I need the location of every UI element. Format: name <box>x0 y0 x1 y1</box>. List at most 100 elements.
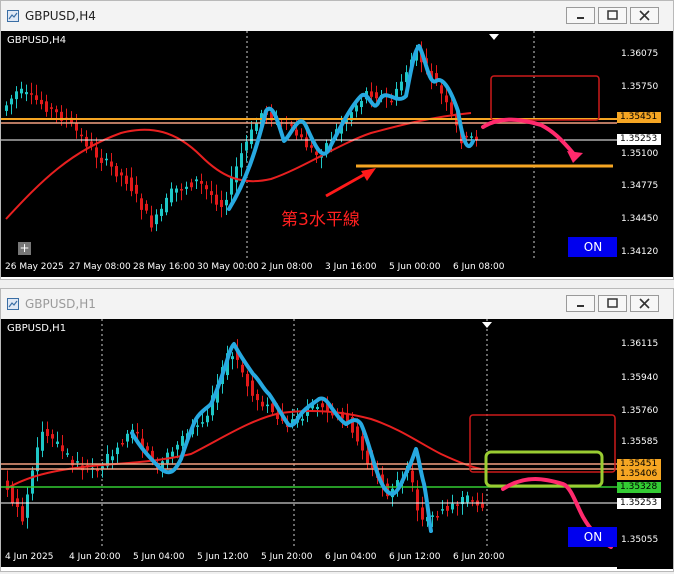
candle-body <box>310 145 313 148</box>
candle-body <box>170 188 173 203</box>
candle-body <box>475 136 478 140</box>
candle-body <box>251 380 254 396</box>
forecast-arrow <box>481 117 575 155</box>
candle-body <box>135 184 138 194</box>
time-axis-h4: 26 May 2025 27 May 08:00 28 May 16:00 30… <box>1 259 617 277</box>
candle-body <box>145 203 148 211</box>
maximize-icon <box>607 298 618 308</box>
candle-body <box>55 109 58 113</box>
candle-body <box>41 431 44 451</box>
candle-body <box>300 134 303 138</box>
title-bar[interactable]: GBPUSD,H4 <box>1 1 673 32</box>
candle-body <box>50 107 53 109</box>
candle-body <box>140 198 143 210</box>
candle-body <box>246 373 249 387</box>
plus-button[interactable]: + <box>18 242 31 255</box>
candle-body <box>220 199 223 208</box>
candle-body <box>240 153 243 168</box>
window-title: GBPUSD,H4 <box>25 9 96 23</box>
candle-body <box>231 356 234 360</box>
candle-body <box>95 147 98 158</box>
price-label: 1.34120 <box>621 247 659 257</box>
close-button[interactable] <box>630 295 659 312</box>
candle-body <box>366 450 369 464</box>
candle-body <box>411 470 414 483</box>
candle-body <box>315 151 318 155</box>
candle-body <box>196 425 199 427</box>
candle-body <box>441 509 444 511</box>
candle-body <box>316 406 319 409</box>
candle-body <box>225 199 228 206</box>
candle-body <box>266 404 269 407</box>
maximize-button[interactable] <box>598 7 627 24</box>
price-label: 1.35585 <box>621 437 659 447</box>
annotation-arrowhead <box>361 168 376 181</box>
candle-body <box>155 214 158 225</box>
candle-body <box>421 507 424 520</box>
close-button[interactable] <box>630 7 659 24</box>
time-label: 6 Jun 12:00 <box>389 552 441 562</box>
candle-body <box>195 179 198 182</box>
chart-area-h4[interactable]: GBPUSD,H4 第3水平線 + ON <box>1 31 617 259</box>
candle-body <box>466 495 469 503</box>
time-label: 4 Jun 20:00 <box>69 552 121 562</box>
auto-trading-on-button[interactable]: ON <box>568 237 617 257</box>
time-label: 6 Jun 20:00 <box>453 552 505 562</box>
forecast-arrowhead <box>567 151 583 163</box>
time-label: 6 Jun 04:00 <box>325 552 377 562</box>
minimize-icon <box>577 17 584 19</box>
chart-area-h1[interactable]: GBPUSD,H1 ON <box>1 319 617 549</box>
candle-body <box>116 447 119 455</box>
target-zone-box <box>490 75 600 121</box>
candle-body <box>205 185 208 190</box>
candle-body <box>111 456 114 461</box>
candle-body <box>390 100 393 103</box>
auto-trading-on-button[interactable]: ON <box>568 527 617 547</box>
time-label: 27 May 08:00 <box>69 262 131 272</box>
candle-body <box>115 166 118 177</box>
candle-body <box>56 441 59 444</box>
price-badge-white: 1.35253 <box>617 134 661 145</box>
candle-body <box>36 447 39 472</box>
annotation-arrow-line <box>325 171 368 198</box>
candle-body <box>185 186 188 189</box>
price-badge-green: 1.35328 <box>617 482 661 493</box>
candle-body <box>321 403 324 408</box>
candle-body <box>190 182 193 188</box>
candle-body <box>126 433 129 442</box>
candle-body <box>201 422 204 424</box>
price-label: 1.35750 <box>621 82 659 92</box>
candle-body <box>250 129 253 145</box>
candle-body <box>110 161 113 167</box>
candle-body <box>255 123 258 131</box>
time-label: 3 Jun 16:00 <box>325 262 377 272</box>
candle-body <box>180 189 183 191</box>
time-label: 5 Jun 00:00 <box>389 262 441 272</box>
candle-body <box>35 95 38 100</box>
chart-app-icon <box>7 298 19 310</box>
candle-body <box>175 188 178 193</box>
maximize-icon <box>607 10 618 20</box>
candle-body <box>31 470 34 494</box>
candle-body <box>165 197 168 213</box>
candle-body <box>20 88 23 94</box>
time-label: 2 Jun 08:00 <box>261 262 313 272</box>
candle-body <box>176 444 179 450</box>
candle-body <box>26 494 29 518</box>
candle-body <box>305 137 308 148</box>
time-label: 28 May 16:00 <box>133 262 195 272</box>
minimize-button[interactable] <box>566 295 595 312</box>
candle-body <box>96 469 99 472</box>
maximize-button[interactable] <box>598 295 627 312</box>
scroll-marker-icon <box>489 34 499 40</box>
price-axis-h4: 1.36075 1.35750 1.35451 1.35253 1.35100 … <box>617 31 673 277</box>
candle-body <box>456 504 459 506</box>
minimize-button[interactable] <box>566 7 595 24</box>
time-label: 5 Jun 04:00 <box>133 552 185 562</box>
title-bar[interactable]: GBPUSD,H1 <box>1 289 673 320</box>
candle-body <box>85 136 88 147</box>
candle-body <box>61 445 64 452</box>
price-label: 1.36115 <box>621 339 659 349</box>
candle-body <box>416 489 419 511</box>
price-label: 1.34775 <box>621 181 659 191</box>
